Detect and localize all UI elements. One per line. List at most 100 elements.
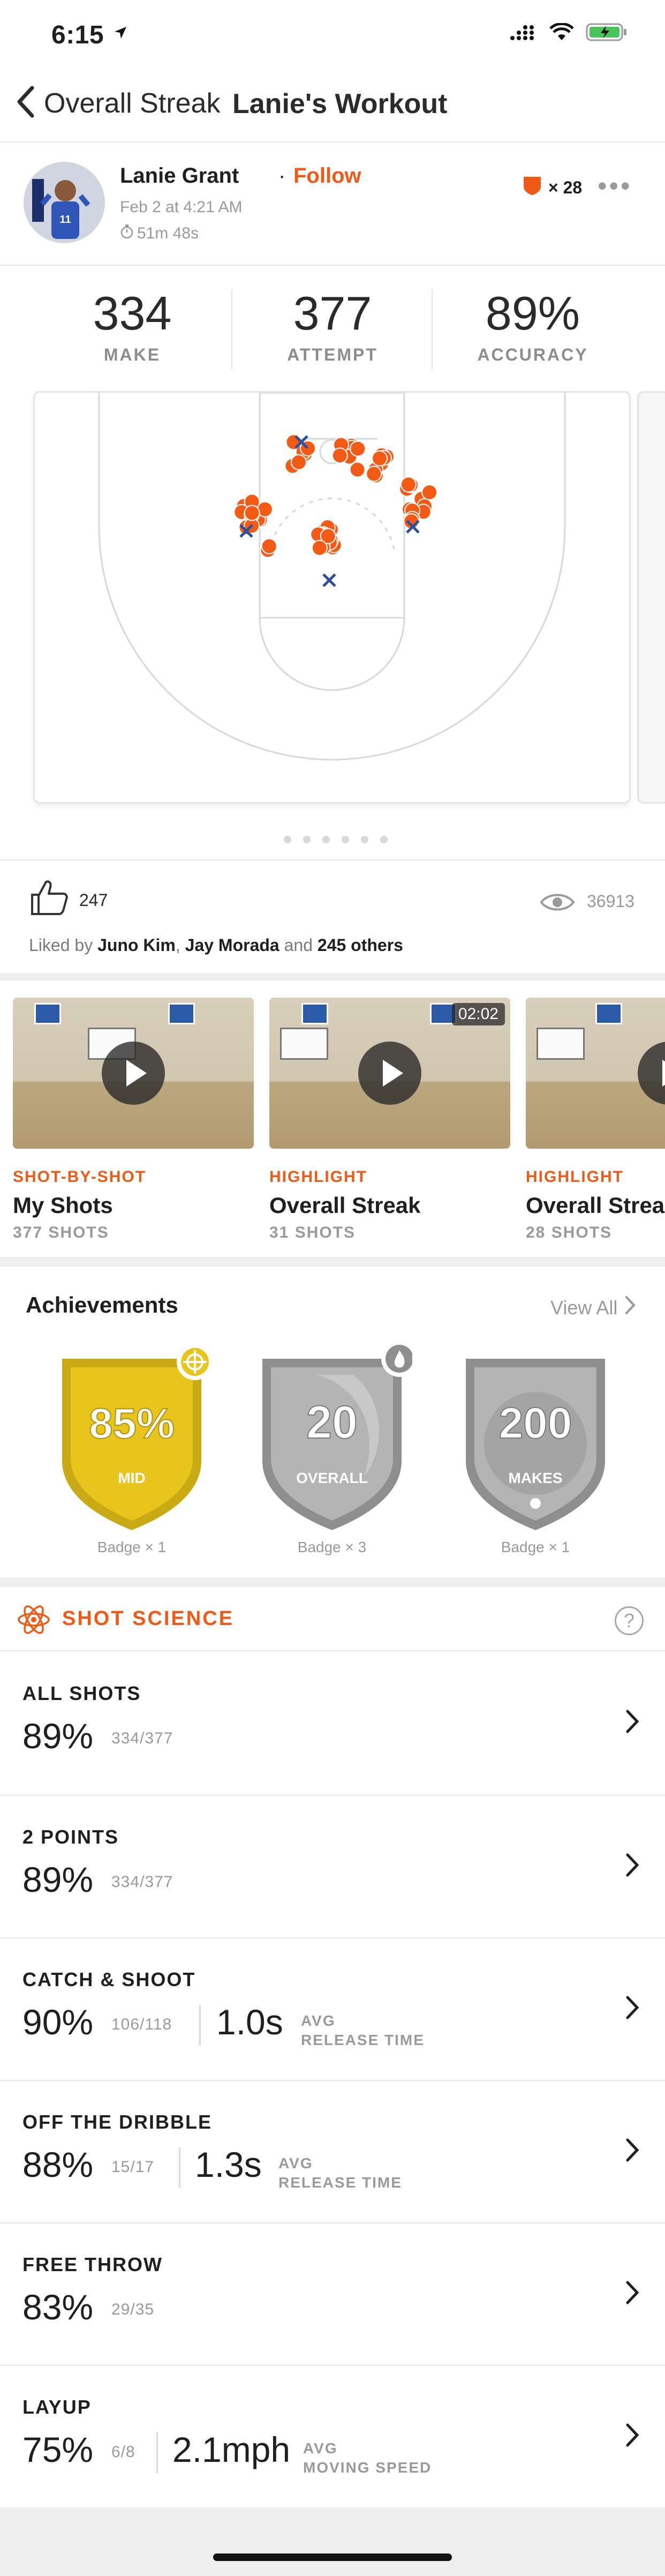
status-time: 6:15 — [51, 21, 104, 49]
shot-science-row-all-shots[interactable]: ALL SHOTS 89% 334/377 — [0, 1651, 665, 1794]
avatar[interactable]: 11 — [24, 162, 105, 243]
chart-divider — [0, 859, 665, 860]
home-indicator[interactable] — [213, 2553, 452, 2561]
row-fraction: 334/377 — [111, 1873, 173, 1891]
thumb-backboard — [280, 1028, 328, 1060]
shot-science-row-layup[interactable]: LAYUP 75% 6/8 2.1mph AVG MOVING SPEED — [0, 2365, 665, 2507]
shot-science-row-free-throw[interactable]: FREE THROW 83% 29/35 — [0, 2222, 665, 2365]
chevron-left-icon — [16, 86, 35, 121]
missed-shot-mark — [322, 573, 336, 587]
atom-icon — [16, 1602, 51, 1640]
row-metric-label: AVG RELEASE TIME — [301, 2011, 425, 2050]
chevron-right-icon — [625, 1995, 639, 2023]
svg-text:11: 11 — [59, 214, 71, 226]
row-label: LAYUP — [22, 2396, 92, 2418]
pager-dot[interactable] — [361, 836, 368, 843]
badge-caption: Badge × 3 — [297, 1539, 367, 1555]
row-percentage: 83% — [22, 2287, 94, 2327]
play-icon[interactable] — [102, 1042, 165, 1105]
stat-separator — [432, 289, 433, 370]
like-count[interactable]: 247 — [79, 890, 108, 910]
row-metric: 2.1mph — [172, 2430, 291, 2469]
liked-by-user[interactable]: Juno Kim — [97, 935, 176, 955]
liked-by-user[interactable]: Jay Morada — [185, 935, 279, 955]
more-options-button[interactable]: ••• — [598, 170, 632, 201]
video-category: HIGHLIGHT — [269, 1168, 367, 1186]
section-separator — [0, 1577, 665, 1587]
user-name[interactable]: Lanie Grant — [120, 164, 239, 188]
video-thumbnail[interactable] — [13, 998, 254, 1149]
post-date: Feb 2 at 4:21 AM — [120, 198, 243, 216]
pager-dot[interactable] — [380, 836, 388, 843]
workout-duration: 51m 48s — [120, 224, 199, 243]
liked-by-prefix: Liked by — [29, 935, 93, 955]
chevron-right-icon — [625, 1709, 639, 1736]
liked-by[interactable]: Liked by Juno Kim, Jay Morada and 245 ot… — [29, 935, 403, 955]
badge-caption: Badge × 1 — [501, 1539, 570, 1555]
pager-dot[interactable] — [342, 836, 349, 843]
streak-count: × 28 — [548, 177, 583, 197]
shot-chart — [98, 392, 566, 761]
row-separator — [199, 2005, 201, 2046]
row-label: FREE THROW — [22, 2253, 163, 2275]
play-icon[interactable] — [358, 1042, 421, 1105]
row-fraction: 106/118 — [111, 2016, 172, 2033]
liked-by-others[interactable]: 245 others — [318, 935, 403, 955]
row-fraction: 29/35 — [111, 2301, 155, 2318]
video-shot-count: 28 SHOTS — [526, 1224, 613, 1241]
stat-make: 334 MAKE — [33, 286, 231, 365]
shot-chart-card[interactable] — [33, 391, 631, 804]
pager-dot[interactable] — [322, 836, 330, 843]
play-icon[interactable] — [638, 1042, 665, 1105]
stat-accuracy: 89% ACCURACY — [434, 286, 632, 365]
video-card[interactable]: SHOT-BY-SHOT My Shots 377 SHOTS — [13, 998, 254, 1242]
help-button[interactable]: ? — [615, 1606, 644, 1635]
thumb-window — [595, 1003, 622, 1024]
metric-label-line: MOVING SPEED — [303, 2459, 432, 2476]
metric-label-line: RELEASE TIME — [278, 2174, 402, 2191]
shot-science-row-catch-and-shoot[interactable]: CATCH & SHOOT 90% 106/118 1.0s AVG RELEA… — [0, 1937, 665, 2080]
stat-value: 89% — [485, 287, 580, 340]
streak-badge[interactable]: × 28 — [522, 175, 582, 200]
video-card[interactable]: 02:02 HIGHLIGHT Overall Streak 31 SHOTS — [269, 998, 510, 1242]
shot-science-row-2-points[interactable]: 2 POINTS 89% 334/377 — [0, 1795, 665, 1937]
next-chart-peek[interactable] — [637, 391, 665, 804]
video-title: Overall Streak — [526, 1193, 665, 1218]
row-percentage: 75% — [22, 2430, 94, 2469]
video-thumbnail[interactable]: 02:02 — [269, 998, 510, 1149]
pager-dot[interactable] — [284, 836, 291, 843]
stat-label: MAKE — [103, 345, 161, 364]
badge-mid[interactable]: 85% MID — [51, 1343, 213, 1536]
video-shot-count: 377 SHOTS — [13, 1224, 109, 1241]
status-icons — [510, 22, 628, 44]
video-category: SHOT-BY-SHOT — [13, 1168, 147, 1186]
page-title: Lanie's Workout — [232, 88, 448, 119]
back-button[interactable]: Overall Streak — [16, 86, 220, 121]
video-card[interactable]: HIGHLIGHT Overall Streak 28 SHOTS — [526, 998, 665, 1242]
made-shot-mark — [350, 440, 366, 457]
badge-overall[interactable]: 20 OVERALL — [252, 1341, 418, 1536]
thumbs-up-icon[interactable] — [30, 879, 70, 919]
duration-text: 51m 48s — [137, 224, 199, 242]
metric-label-line: AVG — [301, 2012, 336, 2029]
header-divider — [0, 265, 665, 266]
follow-button[interactable]: Follow — [293, 164, 361, 188]
made-shot-mark — [244, 505, 260, 521]
video-thumbnail[interactable] — [526, 998, 665, 1149]
video-category: HIGHLIGHT — [526, 1168, 624, 1186]
made-shot-mark — [331, 447, 348, 464]
made-shot-mark — [372, 450, 388, 467]
row-separator — [156, 2432, 158, 2473]
section-separator — [0, 1257, 665, 1267]
thumb-window — [34, 1003, 61, 1024]
row-percentage: 89% — [22, 1716, 94, 1756]
made-shot-mark — [421, 484, 438, 500]
badge-makes[interactable]: 200 MAKES — [455, 1343, 616, 1536]
chevron-right-icon — [625, 2423, 639, 2450]
shot-science-row-off-the-dribble[interactable]: OFF THE DRIBBLE 88% 15/17 1.3s AVG RELEA… — [0, 2080, 665, 2222]
row-percentage: 90% — [22, 2002, 94, 2042]
pager-dot[interactable] — [303, 836, 311, 843]
thumb-backboard — [536, 1028, 585, 1060]
view-all-button[interactable]: View All — [550, 1296, 636, 1320]
badge-label: MAKES — [508, 1470, 562, 1486]
